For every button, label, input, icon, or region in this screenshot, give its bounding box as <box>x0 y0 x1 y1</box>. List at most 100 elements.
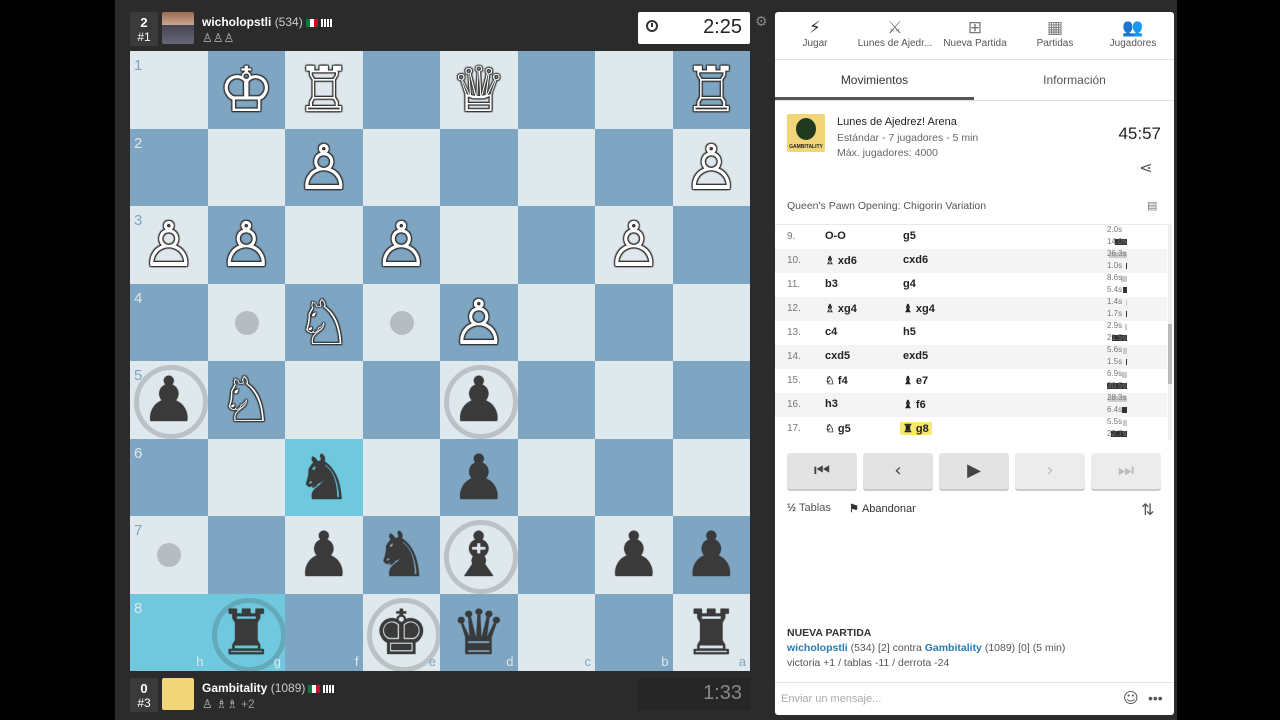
square-f2[interactable]: ♙ <box>285 128 363 207</box>
white-pawn-piece[interactable]: ♙ <box>440 284 518 362</box>
white-move[interactable]: h3 <box>825 398 838 410</box>
nav-new-game[interactable]: ⊞ Nueva Partida <box>935 18 1015 49</box>
square-h6[interactable]: 6 <box>130 438 208 516</box>
black-move[interactable]: cxd6 <box>903 254 928 266</box>
play-button[interactable]: ▶ <box>939 453 1009 489</box>
black-move[interactable]: ♝ e7 <box>903 374 928 387</box>
square-b1[interactable] <box>595 51 673 129</box>
white-move[interactable]: c4 <box>825 326 837 338</box>
move-row[interactable]: 17. ♘ g5 ♜ g8 5.5s 22.7s <box>775 417 1167 441</box>
black-pawn-piece[interactable]: ♟ <box>440 439 518 517</box>
white-player-link[interactable]: wicholopstli <box>787 642 848 654</box>
square-h4[interactable]: 4 <box>130 283 208 361</box>
square-e8[interactable]: ♚ e <box>362 593 441 672</box>
white-move[interactable]: ♗ xg4 <box>825 302 857 315</box>
tournament-name[interactable]: Lunes de Ajedrez! Arena <box>837 116 957 128</box>
move-hint-dot[interactable] <box>389 310 414 335</box>
square-h2[interactable]: 2 <box>130 128 208 206</box>
square-c1[interactable] <box>517 51 595 129</box>
square-a8[interactable]: ♜ a <box>672 593 750 671</box>
white-pawn-piece[interactable]: ♙ <box>208 206 286 284</box>
square-d3[interactable] <box>440 206 518 284</box>
nav-play[interactable]: ⚡ Jugar <box>775 18 855 49</box>
square-f1[interactable]: ♖ <box>285 51 363 129</box>
prev-move-button[interactable]: ‹ <box>863 453 933 489</box>
square-e4[interactable] <box>362 283 440 361</box>
square-d8[interactable]: ♛ d <box>440 593 518 671</box>
square-f6-selected[interactable]: ♞ <box>285 438 363 516</box>
move-hint-dot[interactable] <box>234 310 259 335</box>
black-pawn-piece[interactable]: ♟ <box>595 516 673 594</box>
move-row[interactable]: 13. c4 h5 2.9s 21.5s <box>775 321 1167 345</box>
white-pawn-piece[interactable]: ♙ <box>363 206 441 284</box>
move-row[interactable]: 11. b3 g4 8.6s 5.4s <box>775 273 1167 297</box>
square-e6[interactable] <box>362 438 440 516</box>
square-a6[interactable] <box>672 438 750 516</box>
white-pawn-piece[interactable]: ♙ <box>285 129 363 207</box>
white-king-piece[interactable]: ♔ <box>208 51 286 129</box>
black-player-link[interactable]: Gambitality <box>925 642 982 654</box>
square-a1[interactable]: ♖ <box>672 51 750 129</box>
last-move-button[interactable]: ⏭ <box>1091 453 1161 489</box>
square-f4[interactable]: ♘ <box>285 283 363 361</box>
square-c6[interactable] <box>517 438 595 516</box>
move-row[interactable]: 12. ♗ xg4 ♝ xg4 1.4s 1.7s <box>775 297 1167 321</box>
square-a7[interactable]: ♟ <box>672 516 751 594</box>
square-d2[interactable] <box>440 128 518 206</box>
square-g2[interactable] <box>207 128 285 206</box>
chat-input[interactable]: Enviar un mensaje... <box>781 693 881 705</box>
move-hint-dot[interactable] <box>157 543 181 567</box>
white-move[interactable]: ♗ xd6 <box>825 254 857 267</box>
white-pawn-piece[interactable]: ♙ <box>130 206 208 284</box>
move-row[interactable]: 14. cxd5 exd5 5.6s 1.5s <box>775 345 1167 369</box>
square-a4[interactable] <box>672 283 750 361</box>
draw-button[interactable]: ½ Tablas <box>787 502 831 514</box>
black-pawn-piece[interactable]: ♟ <box>440 361 518 439</box>
bottom-player-avatar[interactable] <box>162 678 194 710</box>
square-a5[interactable] <box>672 361 750 439</box>
black-knight-piece[interactable]: ♞ <box>363 516 441 594</box>
square-a2[interactable]: ♙ <box>672 128 751 207</box>
square-c3[interactable] <box>517 206 595 284</box>
nav-games[interactable]: ▦ Partidas <box>1015 18 1095 49</box>
first-move-button[interactable]: ⏮ <box>787 453 857 489</box>
share-icon[interactable]: ⋖ <box>1139 158 1152 177</box>
square-g1[interactable]: ♔ <box>207 51 286 129</box>
black-move[interactable]: g5 <box>903 230 916 242</box>
square-g3[interactable]: ♙ <box>207 206 286 284</box>
square-e3[interactable]: ♙ <box>362 206 441 284</box>
move-row[interactable]: 16. h3 ♝ f6 28.3s 6.4s <box>775 393 1167 417</box>
move-row[interactable]: 10. ♗ xd6 cxd6 26.3s 1.0s <box>775 249 1167 273</box>
square-g7[interactable] <box>207 516 285 594</box>
chess-board[interactable]: 1 ♔ ♖ ♕ ♖ 2 ♙ ♙ 3 ♙ ♙ ♙ ♙ 4 ♘ ♙ 5 ♟ ♘ ♟ 6 … <box>130 51 751 672</box>
square-g8-lastmove[interactable]: ♜ g <box>207 593 286 672</box>
square-b3[interactable]: ♙ <box>595 206 673 284</box>
square-g5[interactable]: ♘ <box>207 361 286 439</box>
white-pawn-piece[interactable]: ♙ <box>595 206 673 284</box>
black-pawn-piece[interactable]: ♟ <box>130 361 208 439</box>
tab-info[interactable]: Información <box>975 60 1174 100</box>
square-d1[interactable]: ♕ <box>440 51 518 129</box>
black-pawn-piece[interactable]: ♟ <box>673 516 751 594</box>
square-b5[interactable] <box>595 361 673 439</box>
next-move-button[interactable]: › <box>1015 453 1085 489</box>
move-list[interactable]: 9. O-O g5 2.0s 14.0s 10. ♗ xd6 cxd6 26.3s 1.0s 11.… <box>775 224 1167 441</box>
move-row[interactable]: 15. ♘ f4 ♝ e7 6.9s 30.5s <box>775 369 1167 393</box>
white-pawn-piece[interactable]: ♙ <box>673 129 751 207</box>
square-g4[interactable] <box>207 283 285 361</box>
square-c4[interactable] <box>517 283 595 361</box>
gear-icon[interactable]: ⚙ <box>755 13 768 30</box>
white-rook-piece[interactable]: ♖ <box>285 51 363 129</box>
top-player-avatar[interactable] <box>162 12 194 44</box>
black-move[interactable]: g4 <box>903 278 916 290</box>
square-b6[interactable] <box>595 438 673 516</box>
square-h7[interactable]: 7 <box>130 516 208 594</box>
square-e2[interactable] <box>362 128 440 206</box>
black-move[interactable]: ♝ f6 <box>903 398 926 411</box>
square-f8[interactable]: f <box>285 593 363 671</box>
white-move[interactable]: ♘ g5 <box>825 422 851 435</box>
square-c2[interactable] <box>517 128 595 206</box>
black-move[interactable]: h5 <box>903 326 916 338</box>
white-move[interactable]: O-O <box>825 230 846 242</box>
white-knight-piece[interactable]: ♘ <box>208 361 286 439</box>
